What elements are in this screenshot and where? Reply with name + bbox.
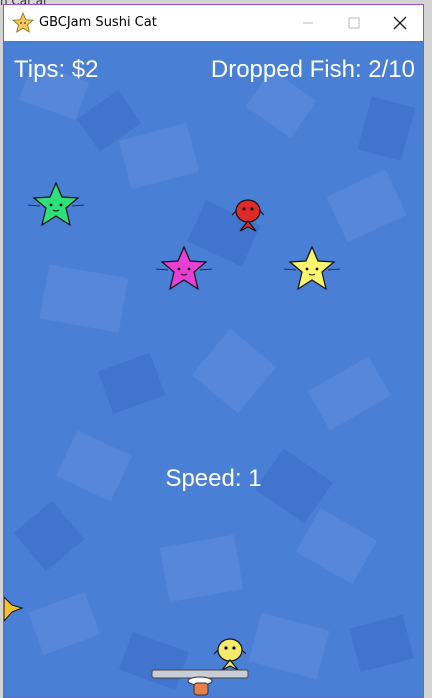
- red-fish-cat: [232, 199, 264, 232]
- maximize-icon: [348, 17, 360, 29]
- serving-tray[interactable]: [150, 669, 250, 697]
- star-cat-magenta: [156, 245, 212, 291]
- edge-star-partial: [4, 596, 24, 622]
- tips-counter: Tips: $2: [14, 56, 99, 83]
- game-canvas[interactable]: Tips: $2 Dropped Fish: 2/10 Speed: 1: [4, 41, 423, 697]
- star-cat-yellow: [284, 245, 340, 291]
- star-cat-icon: [12, 12, 34, 33]
- close-icon: [393, 16, 407, 30]
- background-texture: [4, 41, 423, 697]
- dropped-fish-counter: Dropped Fish: 2/10: [210, 56, 415, 83]
- game-window[interactable]: GBCJam Sushi Cat Tips: $2 Dropped Fish: …: [3, 4, 424, 698]
- close-button[interactable]: [377, 5, 423, 41]
- minimize-icon: [303, 22, 313, 24]
- minimize-button[interactable]: [285, 5, 331, 41]
- maximize-button[interactable]: [331, 5, 377, 41]
- yellow-fish-cat-player[interactable]: [214, 637, 246, 673]
- star-cat-green: [28, 181, 84, 227]
- title-bar[interactable]: GBCJam Sushi Cat: [4, 5, 423, 41]
- window-title: GBCJam Sushi Cat: [39, 15, 157, 30]
- speed-indicator: Speed: 1: [165, 465, 262, 492]
